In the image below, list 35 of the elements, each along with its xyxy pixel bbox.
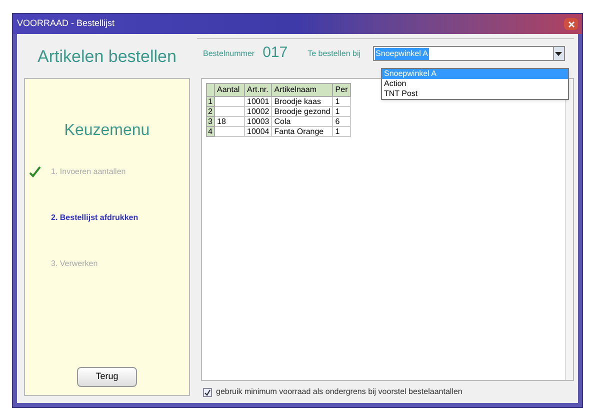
menu-title: Keuzemenu [63, 121, 151, 141]
close-icon [568, 20, 574, 28]
close-button[interactable] [564, 18, 578, 30]
table-cell: Broodje kaas [272, 96, 333, 106]
row-number: 3 [206, 116, 214, 126]
table-cell: 1 [332, 106, 351, 116]
order-number: 017 [262, 43, 288, 64]
table-cell: 6 [332, 116, 351, 126]
column-header: Per [332, 84, 351, 96]
order-number-label: Bestelnummer [203, 48, 255, 60]
menu-step[interactable]: 2. Bestellijst afdrukken [51, 212, 138, 224]
table-cell: 10004 [244, 126, 272, 136]
row-number: 2 [206, 106, 214, 116]
dropdown-option[interactable]: TNT Post [382, 89, 568, 99]
table-cell: 10001 [244, 96, 272, 106]
table-cell: 18 [214, 116, 244, 126]
table-cell: Fanta Orange [272, 126, 333, 136]
row-number: 4 [206, 126, 214, 136]
table-cell: 1 [332, 126, 351, 136]
table-cell: 10002 [244, 106, 272, 116]
table-cell: Cola [272, 116, 333, 126]
window-title: VOORRAAD - Bestellijst [17, 17, 115, 30]
checkbox[interactable] [203, 388, 212, 396]
row-number: 1 [206, 96, 214, 106]
back-button[interactable]: Terug [77, 367, 137, 387]
table-cell: Broodje gezond [272, 106, 333, 116]
supplier-label: Te bestellen bij [308, 48, 361, 60]
column-header: Aantal [214, 84, 244, 96]
column-header: Artikelnaam [272, 84, 333, 96]
dropdown-option[interactable]: Action [382, 79, 568, 89]
column-header: Art.nr. [244, 84, 272, 96]
table-cell: 1 [332, 96, 351, 106]
table-cell: 10003 [244, 116, 272, 126]
option-label: gebruik minimum voorraad als ondergrens bij voorstel bestelaantallen [216, 386, 462, 398]
sidebar-title: Artikelen bestellen [38, 46, 176, 68]
